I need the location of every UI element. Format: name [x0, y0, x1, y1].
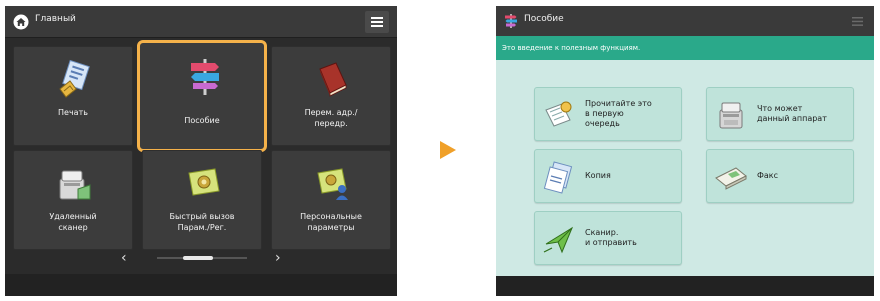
menu-button[interactable]	[846, 11, 868, 31]
tile-print[interactable]: Печать	[13, 46, 133, 146]
printer-device-icon	[719, 102, 743, 129]
button-label: Факс	[757, 171, 779, 180]
tile-label: Перем. адр./ передр.	[304, 108, 358, 128]
tile-label: Персональные параметры	[300, 212, 362, 232]
guide-header: Пособие	[496, 6, 874, 36]
button-label: Что может данный аппарат	[757, 104, 827, 123]
tile-remote-scanner[interactable]: Удаленный сканер	[13, 150, 133, 250]
menu-button[interactable]	[365, 11, 389, 33]
scan-and-send-button[interactable]: Сканир. и отправить	[534, 211, 682, 265]
copy-icon	[543, 161, 573, 194]
guide-title: Пособие	[524, 14, 564, 24]
button-label: Сканир. и отправить	[585, 228, 637, 247]
home-title: Главный	[35, 14, 76, 24]
copy-button[interactable]: Копия	[534, 149, 682, 203]
quick-settings-icon	[188, 168, 220, 196]
guide-screen: Пособие Это введение к полезным функциям…	[496, 6, 874, 296]
intro-text: Это введение к полезным функциям.	[496, 36, 874, 60]
tile-label: Пособие	[184, 116, 220, 125]
home-icon[interactable]	[13, 14, 29, 30]
button-label: Прочитайте это в первую очередь	[585, 99, 652, 128]
prev-page-button[interactable]: ‹	[121, 250, 127, 266]
tile-change-address[interactable]: Перем. адр./ передр.	[271, 46, 391, 146]
what-can-device-button[interactable]: Что может данный аппарат	[706, 87, 854, 141]
read-first-button[interactable]: Прочитайте это в первую очередь	[534, 87, 682, 141]
remote-scanner-icon	[59, 170, 91, 200]
status-bar	[496, 276, 874, 296]
tile-personal-settings[interactable]: Персональные параметры	[271, 150, 391, 250]
button-label: Копия	[585, 171, 611, 180]
tile-label: Печать	[58, 108, 88, 117]
next-page-button[interactable]: ›	[275, 250, 281, 266]
signpost-icon	[505, 14, 517, 28]
tile-label: Быстрый вызов Парам./Рег.	[169, 212, 235, 232]
tile-label: Удаленный сканер	[49, 212, 97, 232]
page-indicator: ‹ ›	[5, 246, 397, 270]
transition-arrow-icon	[440, 141, 456, 159]
page-thumb	[183, 256, 213, 260]
menu-icon	[371, 17, 383, 27]
menu-icon	[851, 16, 863, 26]
fax-icon	[715, 167, 747, 190]
document-icon	[545, 101, 572, 127]
book-icon	[319, 62, 347, 97]
guide-content: Прочитайте это в первую очередь Что може…	[496, 60, 874, 276]
status-bar	[5, 274, 397, 296]
fax-button[interactable]: Факс	[706, 149, 854, 203]
scan-send-icon	[543, 226, 574, 254]
print-icon	[59, 59, 90, 98]
personal-settings-icon	[317, 168, 348, 200]
signpost-icon	[191, 59, 219, 95]
tile-quick-settings[interactable]: Быстрый вызов Парам./Рег.	[142, 150, 262, 250]
home-header: Главный	[5, 6, 397, 38]
tile-guide-selected[interactable]: Пособие	[137, 40, 267, 152]
home-screen: Главный Печать Пособие Перем. адр./ пере…	[5, 6, 397, 296]
